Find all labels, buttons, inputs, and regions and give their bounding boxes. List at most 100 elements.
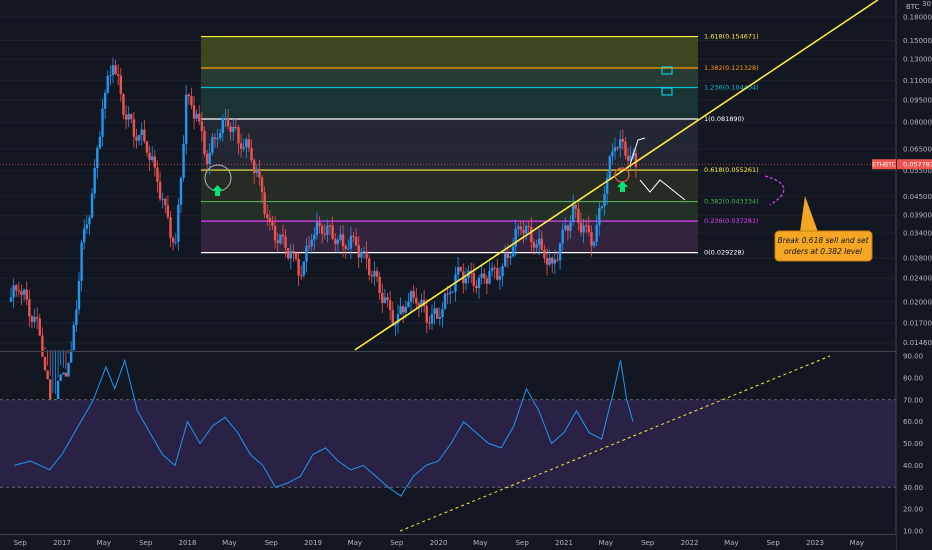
fib-retracement[interactable]: 1.618(0.154671)1.382(0.121328)1.236(0.10… [201, 33, 759, 257]
time-tick-label: 2019 [304, 539, 322, 547]
candle-body [260, 177, 264, 193]
candle-body [203, 130, 206, 154]
candle-body [435, 308, 439, 319]
candle-body [200, 121, 204, 131]
candle-body [17, 290, 21, 292]
candle-body [433, 308, 436, 315]
candle-body [242, 147, 245, 149]
candle-body [551, 257, 554, 264]
candle-body [459, 266, 462, 272]
candle-body [341, 234, 345, 247]
candle-body [56, 380, 60, 399]
fib-level-label: 1(0.081890) [704, 115, 744, 123]
candle-body [284, 236, 287, 248]
time-tick-label: Sep [14, 539, 28, 547]
candle-body [483, 273, 486, 279]
candle-body [334, 238, 337, 244]
candle-body [72, 324, 75, 351]
candle-body [273, 226, 277, 241]
candle-body [77, 280, 81, 310]
candle-body [182, 143, 185, 179]
price-tick-label: 0.020000 [903, 298, 932, 306]
candle-body [313, 234, 316, 240]
candle-body [611, 151, 614, 157]
time-tick-label: Sep [641, 539, 655, 547]
time-tick-label: Sep [265, 539, 279, 547]
price-tick-label: 0.028000 [903, 255, 932, 263]
candle-body [412, 291, 415, 298]
candle-body [15, 285, 18, 291]
candle-body [198, 113, 201, 122]
candle-body [127, 113, 130, 120]
candle-body [130, 113, 133, 120]
time-tick-label: May [348, 539, 362, 547]
candle-body [480, 273, 483, 278]
candle-body [85, 224, 89, 229]
price-tick-label: 0.180000 [903, 13, 932, 21]
candle-body [336, 239, 340, 244]
candle-body [569, 221, 572, 231]
candle-body [456, 266, 460, 275]
rsi-tick-label: 70.00 [903, 396, 923, 404]
candle-body [503, 253, 507, 267]
price-tick-label: 0.017000 [903, 319, 932, 327]
candle-body [114, 65, 117, 74]
candle-body [600, 206, 604, 208]
candle-body [537, 238, 541, 245]
candle-body [548, 257, 551, 265]
candle-body [407, 301, 410, 308]
candle-body [263, 192, 266, 215]
candle-body [577, 208, 580, 223]
candle-body [216, 138, 219, 140]
candle-body [496, 268, 499, 280]
candle-body [271, 221, 274, 227]
candle-body [213, 137, 217, 139]
candle-body [477, 277, 481, 288]
rsi-tick-label: 90.00 [903, 353, 923, 361]
candle-body [545, 258, 549, 265]
time-tick-label: May [97, 539, 111, 547]
candle-body [399, 306, 402, 315]
candle-body [519, 226, 523, 230]
candle-body [318, 222, 321, 226]
time-tick-label: Sep [139, 539, 153, 547]
candle-body [558, 243, 562, 261]
candle-body [368, 258, 371, 276]
candle-body [101, 108, 104, 137]
rsi-tick-label: 40.00 [903, 462, 923, 470]
candle-body [218, 133, 222, 139]
time-tick-label: May [222, 539, 236, 547]
candle-body [323, 233, 326, 235]
rsi-tick-label: 20.00 [903, 506, 923, 514]
fib-band [201, 201, 698, 222]
candle-body [151, 156, 154, 161]
candle-body [603, 194, 606, 207]
candle-body [488, 271, 491, 284]
rsi-tick-label: 50.00 [903, 440, 923, 448]
candle-body [41, 335, 44, 357]
candle-body [375, 270, 379, 277]
candle-body [582, 225, 585, 233]
candle-body [326, 225, 329, 235]
candle-body [93, 168, 96, 194]
candle-body [388, 300, 392, 311]
candle-body [522, 229, 525, 234]
candle-body [365, 251, 368, 259]
candle-body [12, 285, 15, 298]
candle-body [556, 259, 559, 261]
candle-body [352, 235, 355, 238]
candle-body [634, 153, 638, 167]
candle-body [239, 143, 243, 149]
candle-body [148, 152, 151, 161]
candle-body [294, 252, 298, 260]
candle-body [140, 129, 143, 136]
candle-body [472, 273, 475, 286]
rsi-tick-label: 10.00 [903, 528, 923, 536]
candle-body [438, 317, 442, 319]
candle-body [297, 259, 300, 276]
time-axis[interactable] [0, 534, 896, 550]
candle-body [28, 299, 31, 317]
candle-body [229, 126, 232, 132]
fib-level-label: 0.236(0.037281) [704, 217, 759, 225]
candle-body [75, 309, 78, 325]
